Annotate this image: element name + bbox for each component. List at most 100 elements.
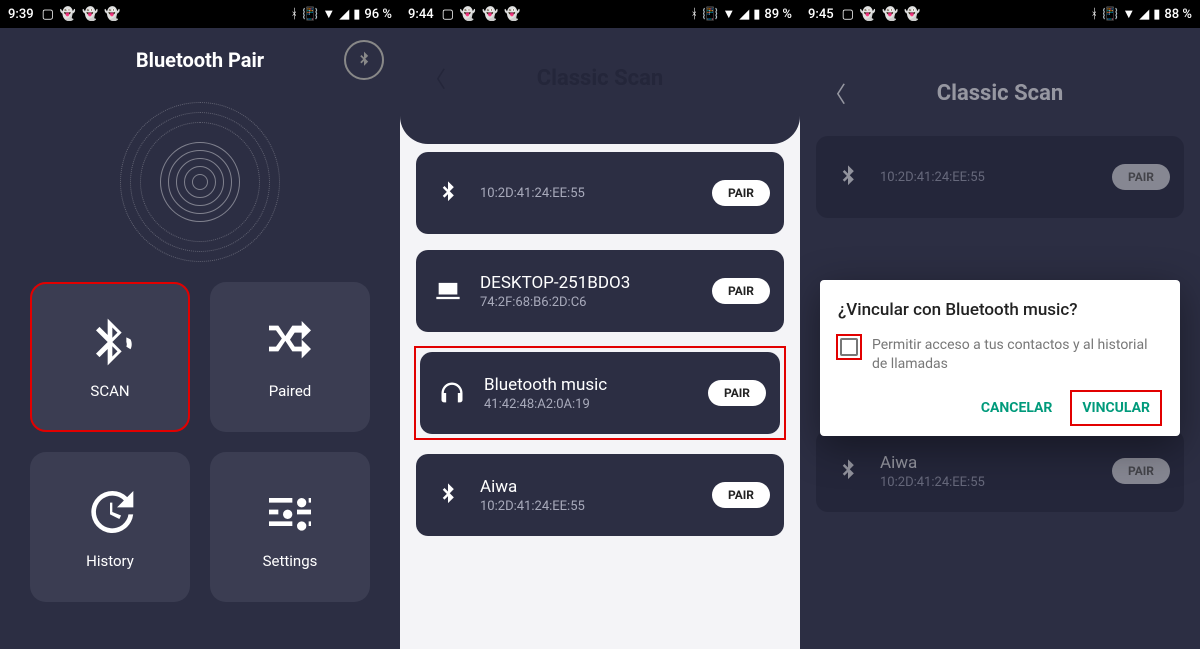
- screen-home: 9:39 ▢ 👻 👻 👻 ᚼ 📳 ▼ ◢ ▮ 96 % Bluetooth Pa…: [0, 0, 400, 649]
- pair-button[interactable]: PAIR: [712, 482, 770, 508]
- tile-label: SCAN: [90, 382, 129, 400]
- bluetooth-icon: [430, 179, 466, 207]
- history-icon: [82, 484, 138, 540]
- paired-tile[interactable]: Paired: [210, 282, 370, 432]
- pair-dialog: ¿Vincular con Bluetooth music? Permitir …: [820, 280, 1180, 436]
- clock: 9:39: [8, 7, 34, 22]
- battery-icon: ▮: [1153, 7, 1160, 22]
- snap-icon: 👻: [504, 7, 520, 22]
- clock: 9:45: [808, 7, 834, 22]
- snap-icon: 👻: [82, 7, 98, 22]
- ripple-animation: [0, 92, 400, 272]
- bluetooth-icon: [430, 481, 466, 509]
- image-icon: ▢: [842, 7, 854, 22]
- wifi-icon: ▼: [722, 6, 735, 22]
- page-title: Classic Scan: [537, 66, 663, 91]
- back-button[interactable]: 〈: [424, 62, 446, 94]
- snap-icon: 👻: [482, 7, 498, 22]
- vibrate-icon: 📳: [1102, 7, 1118, 22]
- bluetooth-icon: [830, 163, 866, 191]
- device-list: 10:2D:41:24:EE:55 PAIR DESKTOP-251BDO3 7…: [400, 144, 800, 544]
- screen-scan: 9:44 ▢ 👻 👻 👻 ᚼ 📳 ▼ ◢ ▮ 89 % 〈 Classic Sc…: [400, 0, 800, 649]
- clock: 9:44: [408, 7, 434, 22]
- wifi-icon: ▼: [322, 6, 335, 22]
- sliders-icon: [262, 484, 318, 540]
- home-grid: SCAN Paired History Settings: [0, 272, 400, 632]
- device-name: 10:2D:41:24:EE:55: [880, 170, 1112, 185]
- device-name: 10:2D:41:24:EE:55: [480, 186, 712, 201]
- bluetooth-icon: [354, 50, 374, 70]
- snap-icon: 👻: [860, 7, 876, 22]
- scan-header: 〈 Classic Scan: [800, 58, 1200, 128]
- tile-label: Paired: [269, 382, 312, 400]
- battery-icon: ▮: [753, 7, 760, 22]
- snap-icon: 👻: [460, 7, 476, 22]
- bluetooth-scan-icon: [82, 314, 138, 370]
- bluetooth-icon: [830, 457, 866, 485]
- status-bar: 9:39 ▢ 👻 👻 👻 ᚼ 📳 ▼ ◢ ▮ 96 %: [0, 0, 400, 28]
- app-header: Bluetooth Pair: [0, 28, 400, 92]
- device-name: Aiwa: [480, 477, 712, 497]
- device-mac: 10:2D:41:24:EE:55: [480, 499, 712, 514]
- image-icon: ▢: [42, 7, 54, 22]
- image-icon: ▢: [442, 7, 454, 22]
- notif-icons: ▢ 👻 👻 👻: [442, 7, 521, 22]
- screen-dialog: 9:45 ▢ 👻 👻 👻 ᚼ 📳 ▼ ◢ ▮ 88 % 〈 Classic Sc…: [800, 0, 1200, 649]
- highlighted-row: Bluetooth music 41:42:48:A2:0A:19 PAIR: [416, 348, 784, 438]
- notif-icons: ▢ 👻 👻 👻: [42, 7, 121, 22]
- checkbox-highlight: [838, 336, 860, 358]
- contacts-checkbox[interactable]: [840, 338, 858, 356]
- bluetooth-icon: ᚼ: [1090, 7, 1098, 22]
- dialog-actions: CANCELAR VINCULAR: [838, 390, 1162, 426]
- pair-button[interactable]: PAIR: [1112, 164, 1170, 190]
- bluetooth-icon: ᚼ: [690, 7, 698, 22]
- device-row[interactable]: DESKTOP-251BDO3 74:2F:68:B6:2D:C6 PAIR: [416, 250, 784, 332]
- dialog-title: ¿Vincular con Bluetooth music?: [838, 300, 1162, 320]
- scan-header: 〈 Classic Scan: [400, 28, 800, 128]
- history-tile[interactable]: History: [30, 452, 190, 602]
- headphones-icon: [434, 379, 470, 407]
- device-mac: 74:2F:68:B6:2D:C6: [480, 295, 712, 310]
- pair-button[interactable]: PAIR: [1112, 458, 1170, 484]
- page-title: Classic Scan: [937, 81, 1063, 106]
- device-row[interactable]: Aiwa 10:2D:41:24:EE:55 PAIR: [416, 454, 784, 536]
- tile-label: Settings: [263, 552, 318, 570]
- status-bar: 9:44 ▢ 👻 👻 👻 ᚼ 📳 ▼ ◢ ▮ 89 %: [400, 0, 800, 28]
- page-title: Bluetooth Pair: [136, 48, 264, 72]
- tile-label: History: [86, 552, 134, 570]
- device-row[interactable]: 10:2D:41:24:EE:55 PAIR: [816, 136, 1184, 218]
- snap-icon: 👻: [60, 7, 76, 22]
- pair-button[interactable]: PAIR: [712, 278, 770, 304]
- notif-icons: ▢ 👻 👻 👻: [842, 7, 921, 22]
- battery-icon: ▮: [353, 7, 360, 22]
- pair-button[interactable]: PAIR: [712, 180, 770, 206]
- signal-icon: ◢: [739, 7, 749, 22]
- snap-icon: 👻: [904, 7, 920, 22]
- bluetooth-icon: ᚼ: [290, 7, 298, 22]
- pair-button[interactable]: PAIR: [708, 380, 766, 406]
- device-name: Bluetooth music: [484, 375, 708, 395]
- device-row[interactable]: 10:2D:41:24:EE:55 PAIR: [416, 152, 784, 234]
- scan-tile[interactable]: SCAN: [30, 282, 190, 432]
- device-row[interactable]: Aiwa 10:2D:41:24:EE:55 PAIR: [816, 430, 1184, 512]
- battery-percent: 89 %: [764, 7, 792, 22]
- signal-icon: ◢: [339, 7, 349, 22]
- confirm-button[interactable]: VINCULAR: [1070, 390, 1162, 426]
- settings-tile[interactable]: Settings: [210, 452, 370, 602]
- status-bar: 9:45 ▢ 👻 👻 👻 ᚼ 📳 ▼ ◢ ▮ 88 %: [800, 0, 1200, 28]
- cancel-button[interactable]: CANCELAR: [969, 390, 1065, 426]
- vibrate-icon: 📳: [302, 7, 318, 22]
- device-name: Aiwa: [880, 453, 1112, 473]
- signal-icon: ◢: [1139, 7, 1149, 22]
- device-mac: 41:42:48:A2:0A:19: [484, 397, 708, 412]
- back-button[interactable]: 〈: [824, 77, 846, 109]
- device-row[interactable]: Bluetooth music 41:42:48:A2:0A:19 PAIR: [420, 352, 780, 434]
- snap-icon: 👻: [104, 7, 120, 22]
- battery-percent: 88 %: [1164, 7, 1192, 22]
- bluetooth-toggle-button[interactable]: [344, 40, 384, 80]
- shuffle-icon: [262, 314, 318, 370]
- laptop-icon: [430, 277, 466, 305]
- device-name: DESKTOP-251BDO3: [480, 273, 712, 293]
- wifi-icon: ▼: [1122, 6, 1135, 22]
- snap-icon: 👻: [882, 7, 898, 22]
